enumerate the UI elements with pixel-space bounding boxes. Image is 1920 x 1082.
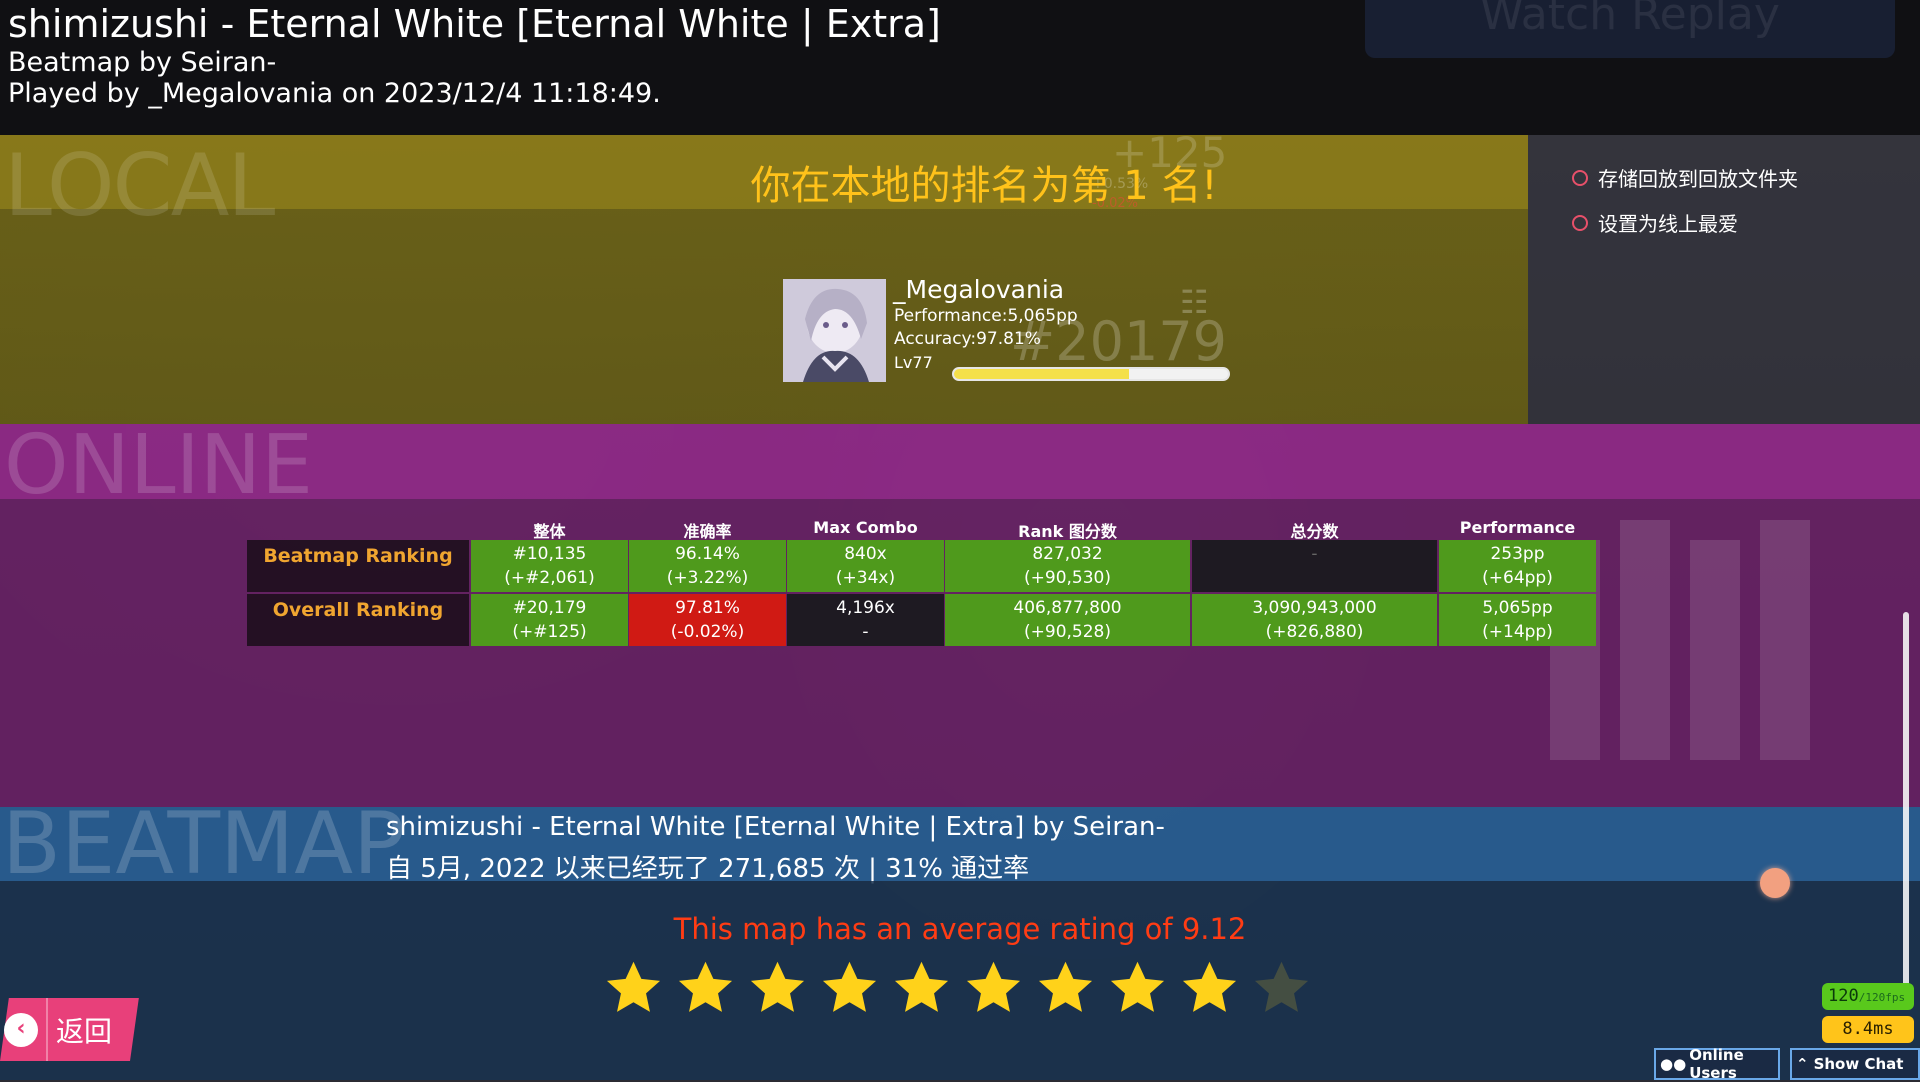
online-users-button[interactable]: ●● Online Users bbox=[1654, 1046, 1780, 1082]
table-cell: 96.14% (+3.22%) bbox=[629, 540, 786, 592]
player-level: Lv77 bbox=[894, 353, 933, 372]
table-cell: 3,090,943,000 (+826,880) bbox=[1192, 594, 1437, 646]
col-header-max-combo: Max Combo bbox=[813, 518, 918, 537]
star-filled-icon[interactable] bbox=[820, 958, 879, 1017]
save-replay-label: 存储回放到回放文件夹 bbox=[1598, 167, 1798, 191]
level-progress-bar bbox=[952, 367, 1230, 381]
star-filled-icon[interactable] bbox=[964, 958, 1023, 1017]
star-filled-icon[interactable] bbox=[1108, 958, 1167, 1017]
star-filled-icon[interactable] bbox=[1180, 958, 1239, 1017]
player-name[interactable]: _Megalovania bbox=[893, 275, 1064, 304]
fps-counter: 120/120fps bbox=[1822, 983, 1914, 1010]
back-divider bbox=[46, 998, 48, 1061]
header-bar: Watch Replay shimizushi - Eternal White … bbox=[0, 0, 1920, 135]
rating-stars[interactable] bbox=[604, 958, 1311, 1017]
radio-circle-icon bbox=[1572, 169, 1588, 186]
online-users-label: Online Users bbox=[1689, 1046, 1744, 1082]
table-cell: 406,877,800 (+90,528) bbox=[945, 594, 1190, 646]
fps-value: 120 bbox=[1828, 986, 1859, 1006]
song-title: shimizushi - Eternal White [Eternal Whit… bbox=[8, 2, 941, 46]
played-line: Played by _Megalovania on 2023/12/4 11:1… bbox=[8, 78, 661, 109]
col-header-ranked-score: Rank 图分数 bbox=[1018, 522, 1117, 541]
star-filled-icon[interactable] bbox=[892, 958, 951, 1017]
users-icon: ●● bbox=[1660, 1055, 1687, 1073]
back-button-content[interactable]: ‹ 返回 bbox=[0, 998, 130, 1061]
cursor-icon bbox=[1760, 868, 1790, 898]
set-favourite-label: 设置为线上最爱 bbox=[1598, 212, 1738, 236]
scrollbar[interactable] bbox=[1903, 612, 1909, 992]
beatmap-play-stats: 自 5月, 2022 以来已经玩了 271,685 次 | 31% 通过率 bbox=[386, 854, 1030, 884]
level-progress-fill bbox=[954, 369, 1130, 379]
avatar[interactable] bbox=[783, 279, 886, 382]
row-label-beatmap-ranking: Beatmap Ranking bbox=[247, 540, 469, 592]
col-header-accuracy: 准确率 bbox=[683, 522, 732, 541]
chevron-left-icon: ‹ bbox=[4, 1012, 38, 1047]
beatmap-watermark: BEATMAP bbox=[2, 794, 405, 894]
table-cell: 827,032 (+90,530) bbox=[945, 540, 1190, 592]
fps-suffix: /120fps bbox=[1858, 991, 1906, 1004]
col-header-total-score: 总分数 bbox=[1290, 522, 1339, 541]
table-cell: - bbox=[1192, 540, 1437, 592]
radio-circle-icon bbox=[1572, 214, 1588, 231]
back-label: 返回 bbox=[56, 1014, 113, 1048]
table-cell: #20,179 (+#125) bbox=[471, 594, 628, 646]
table-cell: 5,065pp (+14pp) bbox=[1439, 594, 1596, 646]
show-chat-button[interactable]: ⌃ Show Chat bbox=[1790, 1048, 1920, 1080]
mapper-line: Beatmap by Seiran- bbox=[8, 47, 277, 78]
show-chat-label: Show Chat bbox=[1813, 1055, 1904, 1073]
frametime-counter: 8.4ms bbox=[1822, 1016, 1914, 1043]
mania-mode-icon: ☷ bbox=[1180, 283, 1209, 321]
set-favourite-option[interactable]: 设置为线上最爱 bbox=[1572, 208, 1738, 237]
star-filled-icon[interactable] bbox=[676, 958, 735, 1017]
row-label-overall-ranking: Overall Ranking bbox=[247, 594, 469, 646]
star-filled-icon[interactable] bbox=[1036, 958, 1095, 1017]
table-cell: 840x (+34x) bbox=[787, 540, 944, 592]
star-filled-icon[interactable] bbox=[604, 958, 663, 1017]
average-rating-label: This map has an average rating of 9.12 bbox=[673, 912, 1247, 946]
watch-replay-button[interactable]: Watch Replay bbox=[1365, 0, 1895, 58]
table-cell: 97.81% (-0.02%) bbox=[629, 594, 786, 646]
star-filled-icon[interactable] bbox=[748, 958, 807, 1017]
table-cell: 253pp (+64pp) bbox=[1439, 540, 1596, 592]
average-rating-text: This map has an average rating of 9.12 bbox=[0, 912, 1920, 946]
table-cell: #10,135 (+#2,061) bbox=[471, 540, 628, 592]
save-replay-option[interactable]: 存储回放到回放文件夹 bbox=[1572, 163, 1798, 192]
beatmap-title: shimizushi - Eternal White [Eternal Whit… bbox=[386, 812, 1165, 842]
col-header-overall: 整体 bbox=[533, 522, 566, 541]
avatar-image bbox=[783, 279, 886, 382]
col-header-performance: Performance bbox=[1459, 518, 1576, 537]
star-empty-icon[interactable] bbox=[1252, 958, 1311, 1017]
chevron-up-icon: ⌃ bbox=[1796, 1055, 1809, 1073]
table-cell: 4,196x - bbox=[787, 594, 944, 646]
